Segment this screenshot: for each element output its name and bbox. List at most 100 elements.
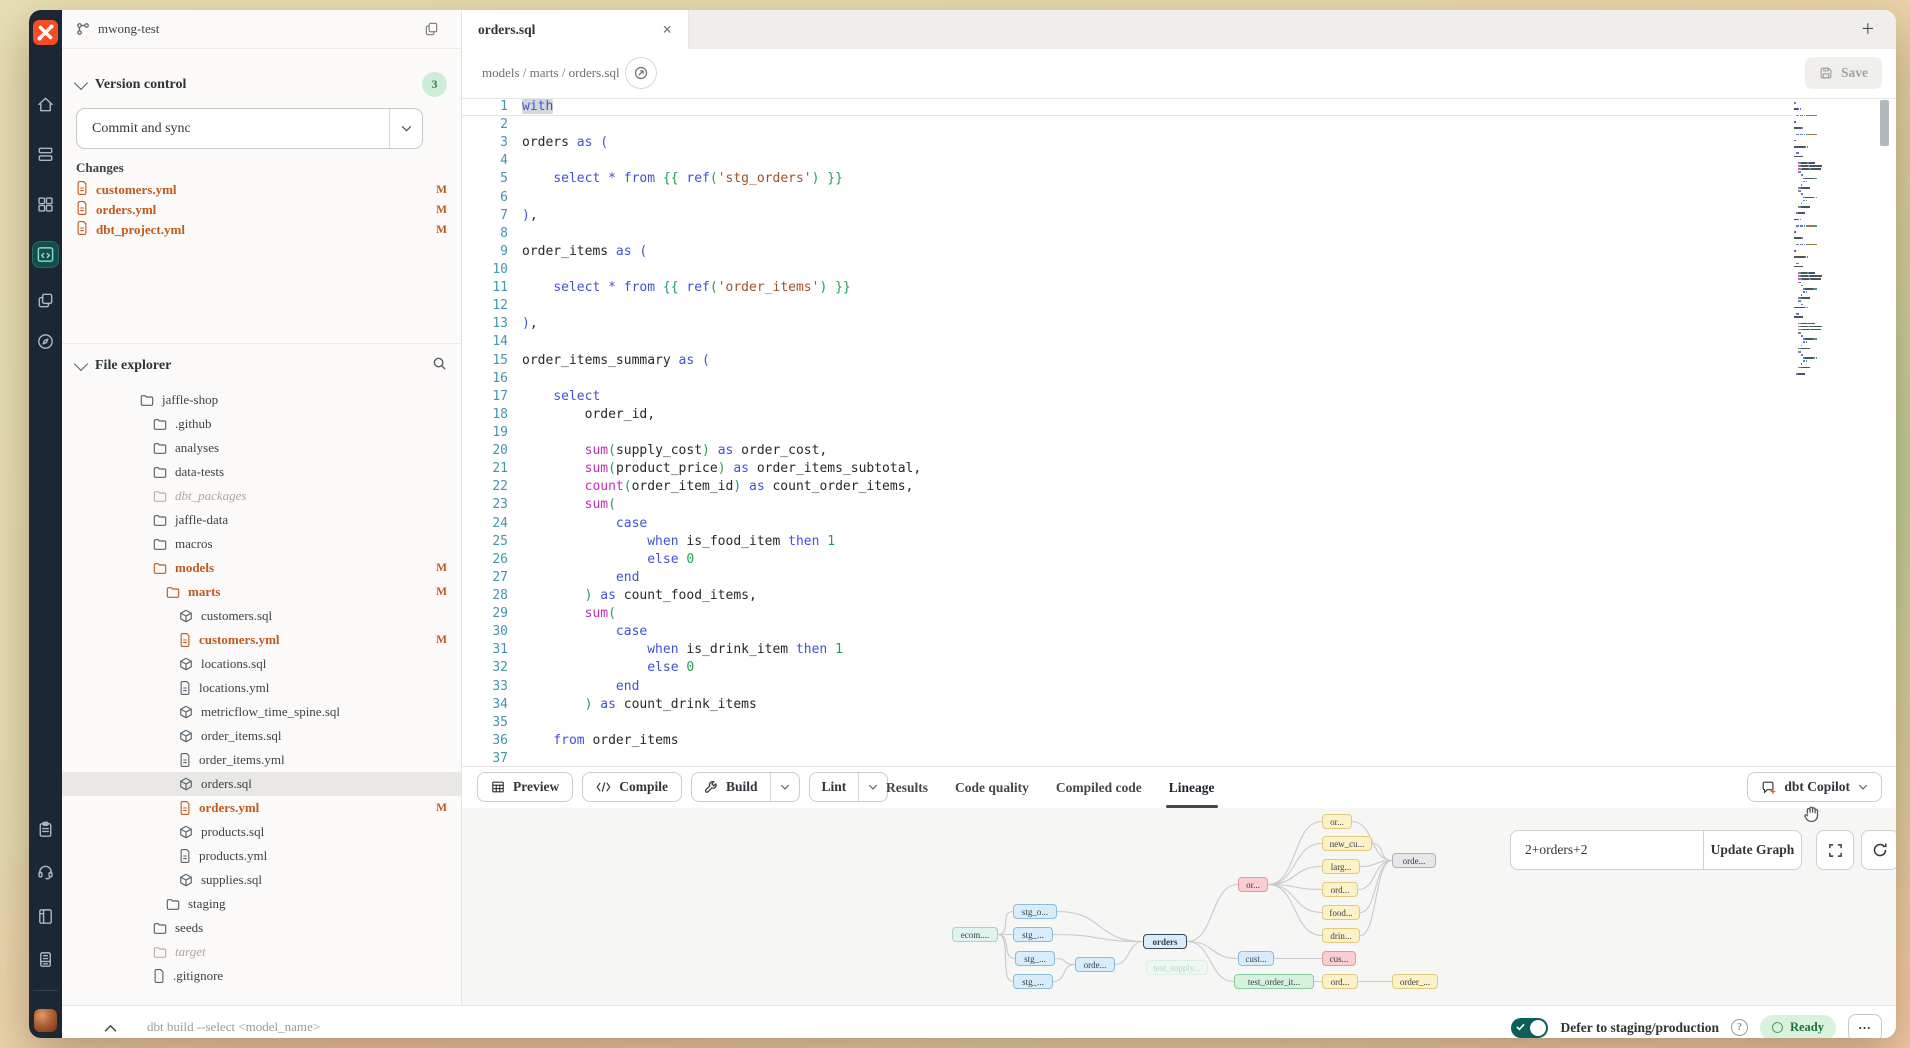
build-dropdown-toggle[interactable] <box>770 773 799 801</box>
version-control-header[interactable]: Version control 3 <box>76 72 447 97</box>
lineage-node-drin[interactable]: drin... <box>1322 928 1360 943</box>
file-explorer-header[interactable]: File explorer <box>76 356 447 376</box>
tree-item-label: target <box>175 944 206 960</box>
more-options-button[interactable]: ... <box>1848 1014 1882 1039</box>
lineage-node-ord[interactable]: ord... <box>1322 882 1358 897</box>
close-tab-icon[interactable]: × <box>662 21 672 38</box>
lineage-node-newcu[interactable]: new_cu... <box>1322 836 1372 851</box>
dbt-copilot-button[interactable]: dbt Copilot <box>1747 772 1882 802</box>
lineage-node-stg[interactable]: stg_... <box>1013 927 1053 942</box>
lineage-node-orders[interactable]: orders <box>1143 934 1187 949</box>
lint-dropdown-toggle[interactable] <box>858 773 887 801</box>
shortcuts-keypad-icon[interactable] <box>29 950 62 969</box>
help-icon[interactable]: ? <box>1731 1019 1748 1036</box>
tree-item-seeds[interactable]: seeds <box>62 916 461 940</box>
lineage-node-or[interactable]: or... <box>1322 814 1352 829</box>
open-lineage-icon[interactable] <box>625 57 657 89</box>
lineage-node-ord[interactable]: ord... <box>1322 974 1358 989</box>
lineage-node-order[interactable]: order_... <box>1392 974 1438 989</box>
refresh-button[interactable] <box>1861 830 1896 870</box>
home-icon[interactable] <box>29 95 62 114</box>
deploy-stack-icon[interactable] <box>29 145 62 164</box>
develop-ide-icon[interactable] <box>29 242 62 267</box>
compile-button[interactable]: Compile <box>582 772 682 802</box>
update-graph-button[interactable]: Update Graph <box>1703 830 1802 870</box>
tree-item-customers-yml[interactable]: customers.ymlM <box>62 628 461 652</box>
tab-lineage[interactable]: Lineage <box>1169 767 1215 808</box>
tab-orders-sql[interactable]: orders.sql × <box>462 10 689 49</box>
lineage-node-ecom[interactable]: ecom.... <box>952 927 998 942</box>
tree-item-analyses[interactable]: analyses <box>62 436 461 460</box>
lineage-selector-input[interactable]: 2+orders+2 <box>1510 830 1703 870</box>
search-icon[interactable] <box>432 356 447 376</box>
tree-item-order-items-sql[interactable]: order_items.sql <box>62 724 461 748</box>
dbt-logo-icon[interactable] <box>33 20 58 45</box>
tree-item-macros[interactable]: macros <box>62 532 461 556</box>
tree-item-orders-yml[interactable]: orders.ymlM <box>62 796 461 820</box>
tree-item-products-yml[interactable]: products.yml <box>62 844 461 868</box>
changed-file-row[interactable]: customers.ymlM <box>76 180 447 200</box>
commit-and-sync-button[interactable]: Commit and sync <box>76 108 423 149</box>
changed-file-row[interactable]: dbt_project.ymlM <box>76 220 447 240</box>
lineage-node-stg[interactable]: stg_... <box>1015 951 1055 966</box>
tree-item-orders-sql[interactable]: orders.sql <box>62 772 461 796</box>
tree-item-order-items-yml[interactable]: order_items.yml <box>62 748 461 772</box>
lineage-node-cus[interactable]: cus... <box>1322 951 1356 966</box>
save-button[interactable]: Save <box>1805 57 1882 89</box>
tree-item-target[interactable]: target <box>62 940 461 964</box>
tree-item-supplies-sql[interactable]: supplies.sql <box>62 868 461 892</box>
new-tab-button[interactable]: + <box>1862 16 1874 42</box>
tree-item-jaffle-shop[interactable]: jaffle-shop <box>62 388 461 412</box>
docs-book-icon[interactable] <box>29 907 62 926</box>
tab-results[interactable]: Results <box>886 767 928 808</box>
defer-toggle[interactable] <box>1511 1018 1548 1038</box>
support-headset-icon[interactable] <box>29 862 62 881</box>
compass-icon[interactable] <box>29 332 62 351</box>
explore-grid-icon[interactable] <box>29 195 62 214</box>
lineage-node-orde[interactable]: orde... <box>1392 853 1436 868</box>
tree-item-products-sql[interactable]: products.sql <box>62 820 461 844</box>
tree-item--gitignore[interactable]: .gitignore <box>62 964 461 988</box>
commit-dropdown-toggle[interactable] <box>389 109 422 148</box>
build-button[interactable]: Build <box>692 773 770 801</box>
editor-scrollbar-thumb[interactable] <box>1880 100 1889 146</box>
tree-item-jaffle-data[interactable]: jaffle-data <box>62 508 461 532</box>
tab-code-quality[interactable]: Code quality <box>955 767 1029 808</box>
lineage-node-orde[interactable]: orde... <box>1075 957 1115 972</box>
lineage-node-testsupply[interactable]: test_supply... <box>1146 960 1208 975</box>
lineage-node-stg[interactable]: stg_... <box>1013 974 1053 989</box>
chevron-down-icon <box>74 75 88 89</box>
user-avatar[interactable] <box>34 1009 57 1032</box>
tree-item-metricflow-time-spine-sql[interactable]: metricflow_time_spine.sql <box>62 700 461 724</box>
code-line-21: 21 sum(product_price) as order_items_sub… <box>462 460 1792 478</box>
lineage-node-larg[interactable]: larg... <box>1322 859 1360 874</box>
tree-item-staging[interactable]: staging <box>62 892 461 916</box>
lineage-node-or[interactable]: or... <box>1238 877 1268 892</box>
tree-item-locations-sql[interactable]: locations.sql <box>62 652 461 676</box>
lineage-node-stgo[interactable]: stg_o... <box>1013 904 1057 919</box>
command-input[interactable]: dbt build --select <model_name> <box>147 1019 320 1035</box>
tree-item-models[interactable]: modelsM <box>62 556 461 580</box>
tree-item-locations-yml[interactable]: locations.yml <box>62 676 461 700</box>
changelog-clipboard-icon[interactable] <box>29 820 62 839</box>
lint-button[interactable]: Lint <box>810 773 859 801</box>
code-line-14: 14 <box>462 333 1792 351</box>
editor-minimap[interactable] <box>1794 102 1864 722</box>
copy-icon[interactable] <box>424 21 447 40</box>
tree-item--github[interactable]: .github <box>62 412 461 436</box>
lint-split-button: Lint <box>809 772 889 802</box>
lineage-node-testorderit[interactable]: test_order_it... <box>1234 974 1314 989</box>
tree-item-marts[interactable]: martsM <box>62 580 461 604</box>
expand-command-bar-icon[interactable] <box>104 1020 117 1038</box>
duplicate-windows-icon[interactable] <box>29 291 62 310</box>
tab-compiled-code[interactable]: Compiled code <box>1056 767 1142 808</box>
changed-file-row[interactable]: orders.ymlM <box>76 200 447 220</box>
fullscreen-button[interactable] <box>1816 830 1854 870</box>
preview-button[interactable]: Preview <box>477 772 573 802</box>
code-editor[interactable]: 1with23orders as (45 select * from {{ re… <box>462 98 1792 766</box>
lineage-node-cust[interactable]: cust... <box>1238 951 1274 966</box>
lineage-node-food[interactable]: food... <box>1322 905 1360 920</box>
tree-item-dbt-packages[interactable]: dbt_packages <box>62 484 461 508</box>
tree-item-customers-sql[interactable]: customers.sql <box>62 604 461 628</box>
tree-item-data-tests[interactable]: data-tests <box>62 460 461 484</box>
